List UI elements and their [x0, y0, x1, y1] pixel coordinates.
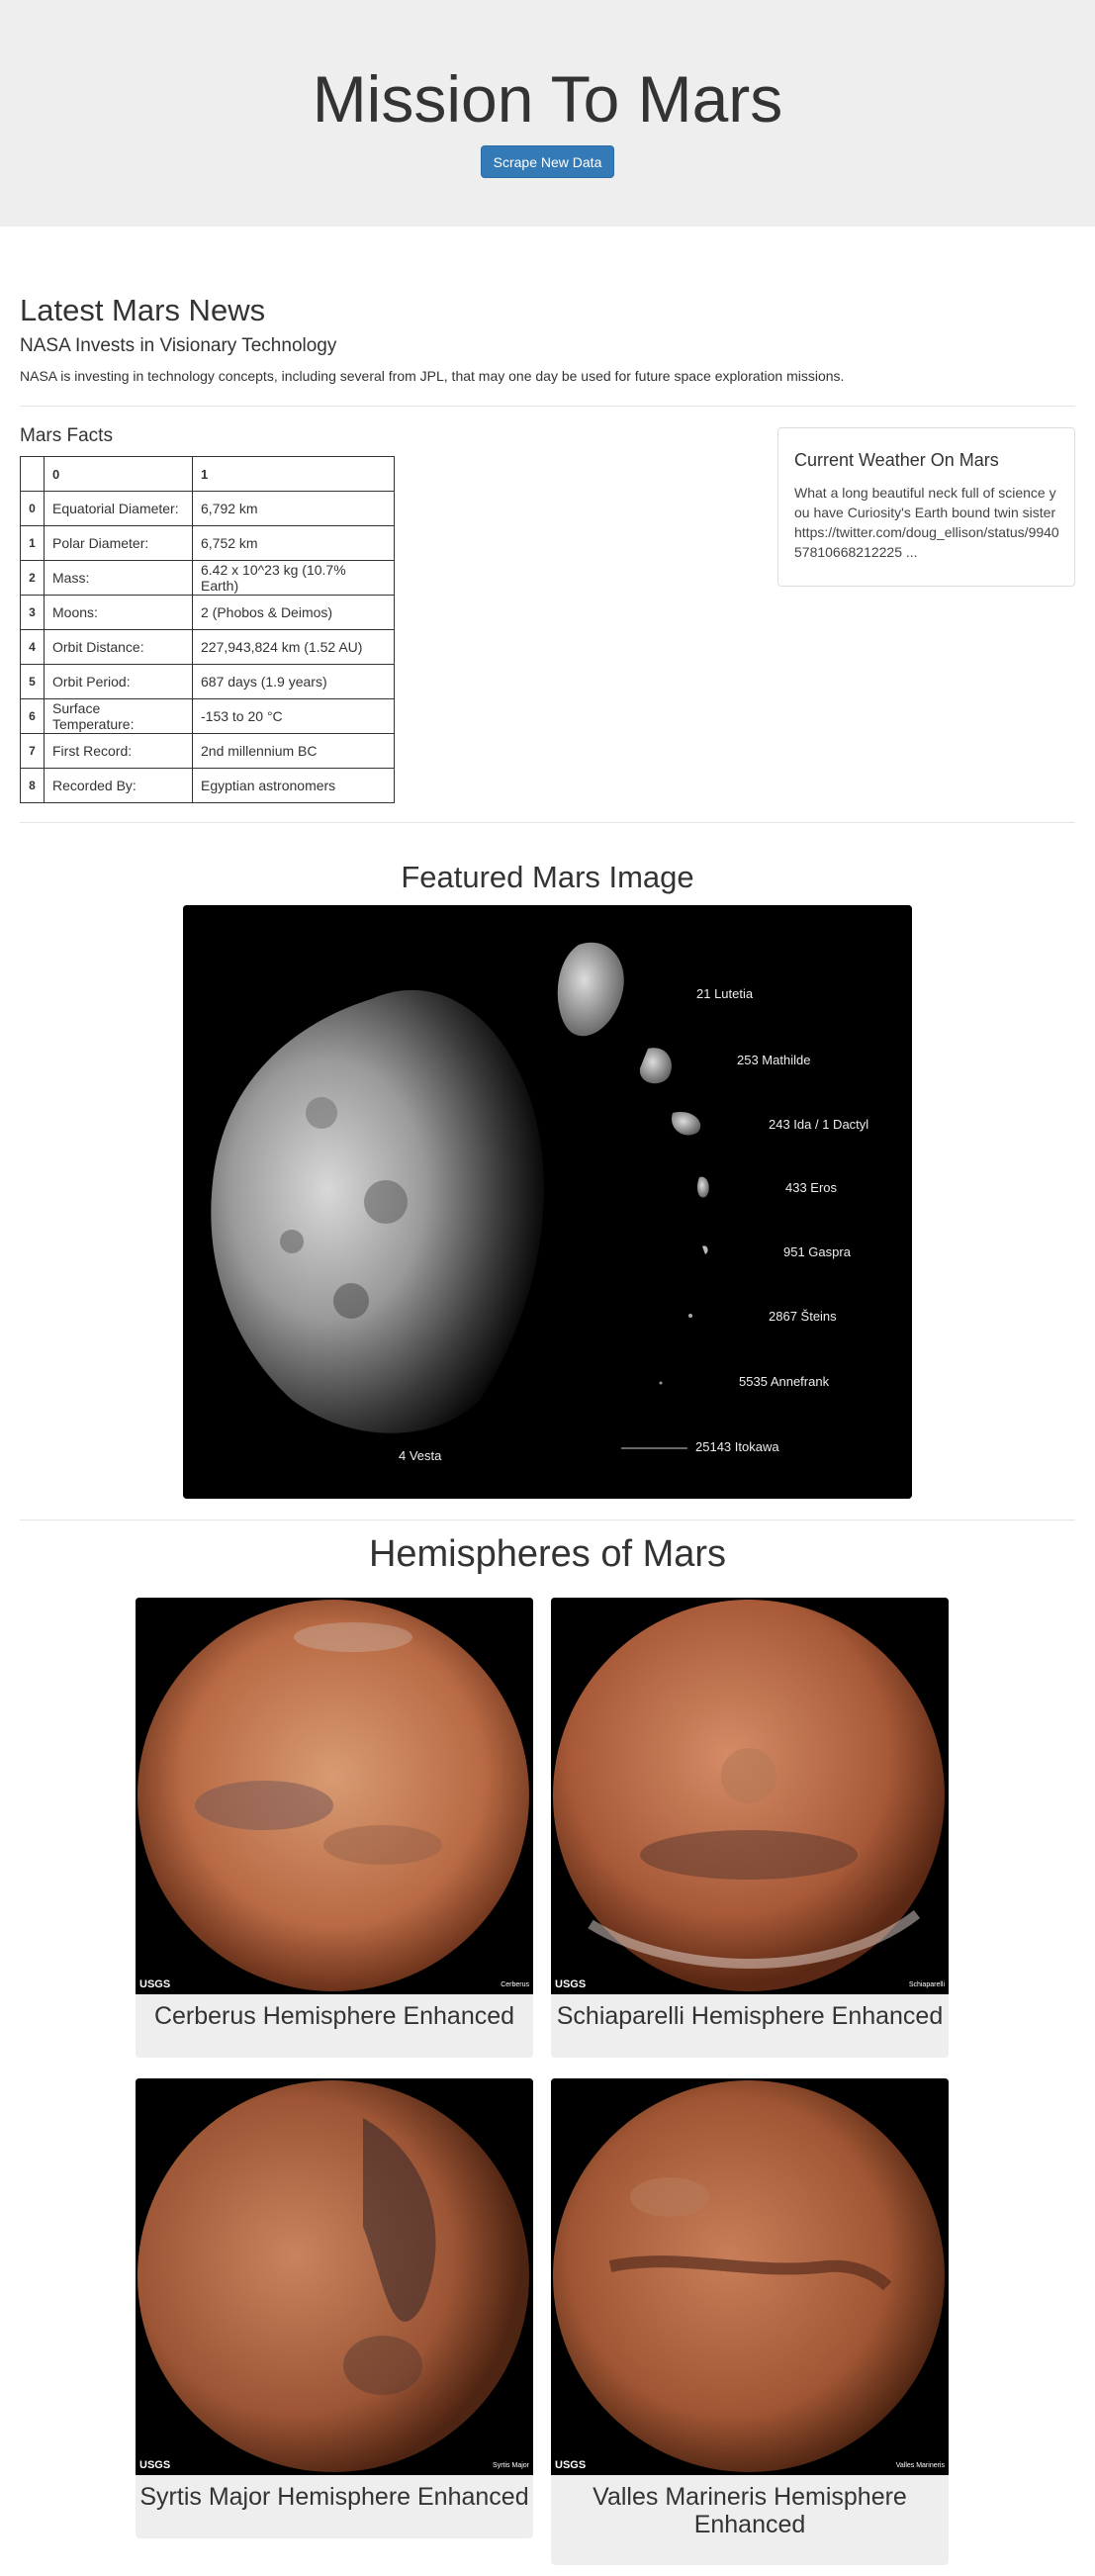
- hemispheres-title: Hemispheres of Mars: [368, 1533, 727, 1575]
- table-row: 6 Surface Temperature: -153 to 20 °C: [20, 698, 395, 734]
- row-index: 6: [20, 698, 45, 734]
- facts-header-col1: 1: [192, 456, 395, 492]
- table-row: 2 Mass: 6.42 x 10^23 kg (10.7% Earth): [20, 560, 395, 596]
- fact-label: Recorded By:: [44, 768, 193, 803]
- fact-label: Equatorial Diameter:: [44, 491, 193, 526]
- page-title: Mission To Mars: [312, 62, 783, 136]
- hemisphere-caption[interactable]: Syrtis Major Hemisphere Enhanced: [136, 2483, 533, 2511]
- facts-header-row: 0 1: [20, 456, 395, 492]
- row-index: 2: [20, 560, 45, 596]
- mars-globe-image: [136, 2078, 533, 2475]
- facts-header-col0: 0: [44, 456, 193, 492]
- row-index: 4: [20, 629, 45, 665]
- fact-value: 687 days (1.9 years): [192, 664, 395, 699]
- news-section-title: Latest Mars News: [20, 293, 266, 327]
- hemisphere-caption[interactable]: Schiaparelli Hemisphere Enhanced: [551, 2002, 949, 2030]
- hemisphere-card-cerberus[interactable]: USGS Cerberus Cerberus Hemisphere Enhanc…: [136, 1598, 533, 2058]
- table-row: 8 Recorded By: Egyptian astronomers: [20, 768, 395, 803]
- featured-label: 2867 Šteins: [769, 1309, 837, 1324]
- hemisphere-tag: Valles Marineris: [895, 2462, 945, 2469]
- row-index: 5: [20, 664, 45, 699]
- fact-value: 2nd millennium BC: [192, 733, 395, 769]
- usgs-logo: USGS: [139, 1978, 171, 1990]
- fact-label: Orbit Distance:: [44, 629, 193, 665]
- featured-image[interactable]: 21 Lutetia 253 Mathilde 243 Ida / 1 Dact…: [183, 905, 912, 1499]
- row-index: 1: [20, 525, 45, 561]
- row-index: 3: [20, 595, 45, 630]
- table-row: 4 Orbit Distance: 227,943,824 km (1.52 AU): [20, 629, 395, 665]
- hemisphere-image[interactable]: USGS Syrtis Major: [136, 2078, 533, 2475]
- scrape-new-data-button[interactable]: Scrape New Data: [481, 145, 614, 178]
- fact-value: 2 (Phobos & Deimos): [192, 595, 395, 630]
- row-index: 8: [20, 768, 45, 803]
- weather-panel: Current Weather On Mars What a long beau…: [777, 427, 1075, 587]
- fact-label: Moons:: [44, 595, 193, 630]
- fact-label: Surface Temperature:: [44, 698, 193, 734]
- hemisphere-tag: Syrtis Major: [493, 2462, 529, 2469]
- fact-label: Mass:: [44, 560, 193, 596]
- usgs-logo: USGS: [555, 1978, 587, 1990]
- featured-label: 21 Lutetia: [696, 986, 754, 1001]
- featured-label: 951 Gaspra: [783, 1244, 851, 1259]
- hemisphere-tag: Schiaparelli: [908, 1981, 945, 1988]
- usgs-logo: USGS: [139, 2459, 171, 2471]
- table-row: 7 First Record: 2nd millennium BC: [20, 733, 395, 769]
- fact-value: 6.42 x 10^23 kg (10.7% Earth): [192, 560, 395, 596]
- facts-table: 0 1 0 Equatorial Diameter: 6,792 km 1 Polar…: [20, 456, 395, 803]
- hemisphere-image[interactable]: USGS Valles Marineris: [551, 2078, 949, 2475]
- jumbotron-header: Mission To Mars Scrape New Data: [0, 0, 1095, 227]
- fact-value: 6,752 km: [192, 525, 395, 561]
- facts-title: Mars Facts: [20, 425, 113, 446]
- asteroid-montage-image: [183, 905, 912, 1499]
- hemisphere-caption[interactable]: Cerberus Hemisphere Enhanced: [136, 2002, 533, 2030]
- fact-value: -153 to 20 °C: [192, 698, 395, 734]
- hemisphere-card-schiaparelli[interactable]: USGS Schiaparelli Schiaparelli Hemispher…: [551, 1598, 949, 2058]
- featured-label: 433 Eros: [785, 1180, 838, 1195]
- featured-label: 4 Vesta: [399, 1448, 442, 1463]
- hemisphere-tag: Cerberus: [501, 1981, 529, 1988]
- fact-value: Egyptian astronomers: [192, 768, 395, 803]
- hemisphere-card-syrtis-major[interactable]: USGS Syrtis Major Syrtis Major Hemispher…: [136, 2078, 533, 2538]
- divider: [20, 1519, 1075, 1520]
- row-index: 7: [20, 733, 45, 769]
- usgs-logo: USGS: [555, 2459, 587, 2471]
- news-headline: NASA Invests in Visionary Technology: [20, 335, 337, 356]
- mars-globe-image: [136, 1598, 533, 1994]
- table-row: 3 Moons: 2 (Phobos & Deimos): [20, 595, 395, 630]
- hemisphere-caption[interactable]: Valles Marineris Hemisphere Enhanced: [551, 2483, 949, 2538]
- featured-label: 5535 Annefrank: [739, 1374, 830, 1389]
- facts-header-index: [20, 456, 45, 492]
- hemisphere-image[interactable]: USGS Cerberus: [136, 1598, 533, 1994]
- hemisphere-image[interactable]: USGS Schiaparelli: [551, 1598, 949, 1994]
- featured-label: 25143 Itokawa: [695, 1439, 779, 1454]
- featured-image-title: Featured Mars Image: [401, 860, 694, 894]
- fact-value: 6,792 km: [192, 491, 395, 526]
- weather-text: What a long beautiful neck full of scien…: [794, 485, 1059, 560]
- divider: [20, 406, 1075, 407]
- table-row: 0 Equatorial Diameter: 6,792 km: [20, 491, 395, 526]
- mars-globe-image: [551, 2078, 949, 2475]
- table-row: 5 Orbit Period: 687 days (1.9 years): [20, 664, 395, 699]
- featured-label: 243 Ida / 1 Dactyl: [769, 1117, 869, 1132]
- mars-globe-image: [551, 1598, 949, 1994]
- fact-value: 227,943,824 km (1.52 AU): [192, 629, 395, 665]
- row-index: 0: [20, 491, 45, 526]
- featured-label: 253 Mathilde: [737, 1053, 811, 1067]
- weather-title: Current Weather On Mars: [794, 450, 999, 470]
- divider: [20, 822, 1075, 823]
- hemisphere-card-valles-marineris[interactable]: USGS Valles Marineris Valles Marineris H…: [551, 2078, 949, 2565]
- fact-label: Orbit Period:: [44, 664, 193, 699]
- fact-label: First Record:: [44, 733, 193, 769]
- table-row: 1 Polar Diameter: 6,752 km: [20, 525, 395, 561]
- news-teaser: NASA is investing in technology concepts…: [20, 368, 845, 384]
- fact-label: Polar Diameter:: [44, 525, 193, 561]
